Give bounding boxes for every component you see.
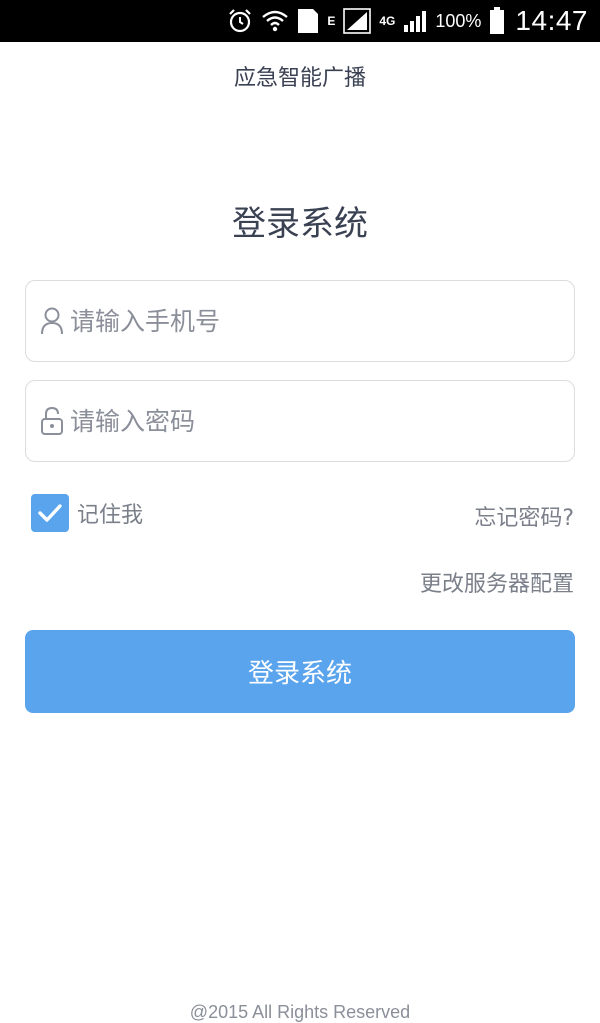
- status-bar: E 4G 100% 14:47: [0, 0, 600, 42]
- status-icons: E 4G 100%: [227, 7, 505, 35]
- forgot-password-link[interactable]: 忘记密码?: [474, 500, 574, 532]
- signal-icon: [343, 8, 372, 34]
- battery-icon: [489, 7, 505, 35]
- footer-copyright: @2015 All Rights Reserved: [189, 1002, 411, 1022]
- remember-label: 记住我: [77, 503, 144, 528]
- battery-percent: 100%: [435, 10, 482, 31]
- password-input[interactable]: [70, 406, 540, 436]
- login-heading: 登录系统: [232, 204, 368, 244]
- sim-icon: [297, 8, 319, 34]
- change-server-config-link[interactable]: 更改服务器配置: [420, 566, 574, 598]
- password-field[interactable]: [25, 380, 575, 462]
- lock-icon: [38, 404, 66, 438]
- login-button[interactable]: 登录系统: [25, 630, 575, 713]
- app-title: 应急智能广播: [233, 66, 366, 91]
- phone-field[interactable]: [25, 280, 575, 362]
- user-icon: [38, 304, 66, 338]
- alarm-icon: [227, 8, 253, 34]
- signal-icon: [403, 9, 427, 33]
- phone-input[interactable]: [70, 306, 540, 336]
- clock: 14:47: [515, 5, 588, 36]
- network-type-e: E: [327, 14, 336, 28]
- remember-checkbox[interactable]: [31, 494, 69, 532]
- wifi-icon: [261, 8, 289, 34]
- check-icon: [38, 504, 62, 522]
- network-type-4g: 4G: [379, 14, 396, 28]
- remember-me[interactable]: 记住我: [31, 494, 143, 532]
